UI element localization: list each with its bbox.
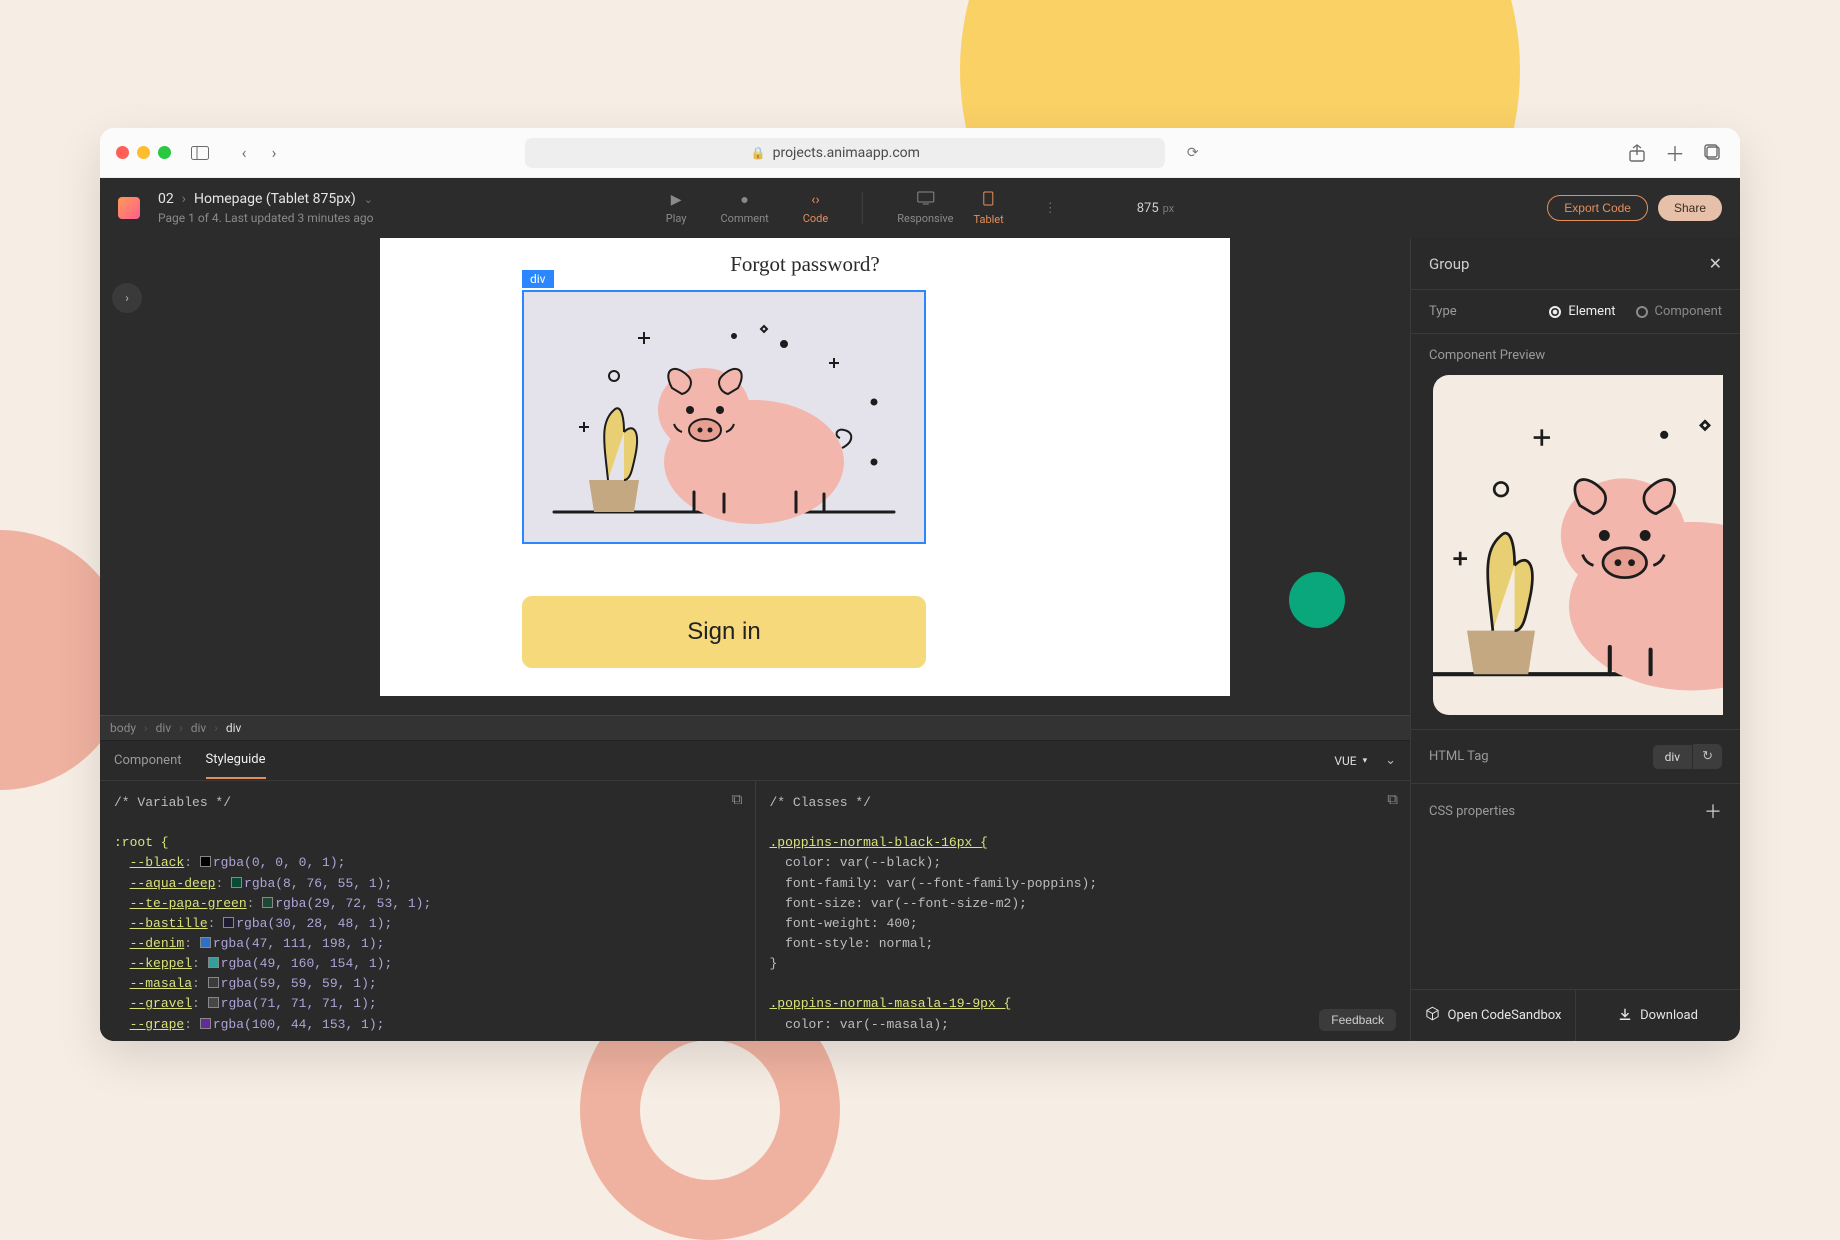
- css-variable-line: --keppel: rgba(49, 160, 154, 1);: [114, 954, 741, 974]
- view-mode-switcher: ▶ Play ● Comment ‹› Code: [666, 191, 1174, 226]
- crumb-div-1[interactable]: div: [156, 721, 172, 735]
- browser-window: ‹ › 🔒 projects.animaapp.com ⟳ ＋ 02 ›: [100, 128, 1740, 1041]
- radio-empty-icon: [1636, 306, 1648, 318]
- css-variable-line: --bastille: rgba(30, 28, 48, 1);: [114, 914, 741, 934]
- code-classes-column[interactable]: ⧉ /* Classes */ .poppins-normal-black-16…: [755, 781, 1411, 1041]
- code-icon: ‹›: [811, 192, 819, 208]
- refresh-tag-icon[interactable]: ↻: [1692, 744, 1722, 769]
- code-panel-tabs: Component Styleguide VUE ▾ ⌄: [100, 741, 1410, 781]
- url-text: projects.animaapp.com: [773, 145, 920, 161]
- share-button[interactable]: Share: [1658, 195, 1722, 221]
- export-code-button[interactable]: Export Code: [1547, 195, 1648, 221]
- css-variable-line: --te-papa-green: rgba(29, 72, 53, 1);: [114, 894, 741, 914]
- dom-breadcrumb: body› div› div› div: [100, 715, 1410, 741]
- html-tag-select[interactable]: div: [1653, 745, 1693, 769]
- css-variable-line: --aqua-deep: rgba(8, 76, 55, 1);: [114, 874, 741, 894]
- project-breadcrumb: 02 › Homepage (Tablet 875px) ⌄ Page 1 of…: [158, 191, 373, 225]
- crumb-body[interactable]: body: [110, 721, 136, 735]
- component-preview: [1433, 375, 1723, 715]
- tablet-icon: [983, 191, 994, 209]
- code-panel: Component Styleguide VUE ▾ ⌄ ⧉: [100, 741, 1410, 1041]
- radio-filled-icon: [1549, 306, 1561, 318]
- crumb-div-2[interactable]: div: [191, 721, 207, 735]
- type-component-option[interactable]: Component: [1636, 304, 1723, 319]
- selection-tag: div: [522, 270, 554, 288]
- tab-styleguide[interactable]: Styleguide: [206, 742, 266, 779]
- tab-overview-icon[interactable]: [1702, 142, 1724, 164]
- css-variable-line: --gravel: rgba(71, 71, 71, 1);: [114, 994, 741, 1014]
- add-property-icon[interactable]: ＋: [1704, 798, 1722, 824]
- close-window-icon[interactable]: [116, 146, 129, 159]
- type-label: Type: [1429, 304, 1457, 319]
- code-variables-column[interactable]: ⧉ /* Variables */ :root { --black: rgba(…: [100, 781, 755, 1041]
- lock-icon: 🔒: [751, 146, 766, 160]
- project-title[interactable]: Homepage (Tablet 875px): [194, 191, 356, 207]
- css-properties-label: CSS properties: [1429, 804, 1515, 819]
- project-number: 02: [158, 191, 174, 207]
- canvas-width[interactable]: 875 px: [1137, 201, 1174, 216]
- chevron-right-icon: ›: [182, 191, 186, 207]
- play-icon: ▶: [671, 192, 682, 208]
- feedback-button[interactable]: Feedback: [1319, 1009, 1396, 1031]
- project-subtitle: Page 1 of 4. Last updated 3 minutes ago: [158, 211, 373, 225]
- codesandbox-icon: [1425, 1006, 1440, 1025]
- open-codesandbox-button[interactable]: Open CodeSandbox: [1411, 990, 1575, 1041]
- new-tab-icon[interactable]: ＋: [1664, 142, 1686, 164]
- tab-component[interactable]: Component: [114, 743, 182, 778]
- pig-illustration-preview: [1433, 375, 1723, 715]
- language-select[interactable]: VUE ▾: [1334, 754, 1367, 768]
- app-header: 02 › Homepage (Tablet 875px) ⌄ Page 1 of…: [100, 178, 1740, 238]
- copy-icon[interactable]: ⧉: [1387, 791, 1398, 809]
- inspector-title: Group: [1429, 255, 1469, 273]
- share-icon[interactable]: [1626, 142, 1648, 164]
- canvas-area: › Forgot password? div Sign in body›: [100, 238, 1410, 1041]
- sidebar-toggle-icon[interactable]: [189, 142, 211, 164]
- css-variable-line: --grape: rgba(100, 44, 153, 1);: [114, 1015, 741, 1035]
- css-variable-line: --masala: rgba(59, 59, 59, 1);: [114, 974, 741, 994]
- download-button[interactable]: Download: [1575, 990, 1740, 1041]
- css-variable-line: --black: rgba(0, 0, 0, 1);: [114, 853, 741, 873]
- artboard[interactable]: Forgot password? div Sign in: [380, 238, 1230, 696]
- address-bar[interactable]: 🔒 projects.animaapp.com ⟳: [525, 138, 1165, 168]
- selected-element[interactable]: div: [522, 290, 926, 544]
- reload-icon[interactable]: ⟳: [1187, 145, 1199, 161]
- separator: [862, 192, 863, 224]
- window-controls: [116, 146, 171, 159]
- browser-toolbar: ‹ › 🔒 projects.animaapp.com ⟳ ＋: [100, 128, 1740, 178]
- pig-illustration: [524, 292, 924, 542]
- mode-play[interactable]: ▶ Play: [666, 192, 687, 225]
- chevron-down-icon: ▾: [1363, 756, 1368, 766]
- close-inspector-icon[interactable]: ✕: [1709, 254, 1722, 273]
- download-icon: [1618, 1007, 1632, 1025]
- cursor-presence-icon: [1289, 572, 1345, 628]
- html-tag-label: HTML Tag: [1429, 749, 1489, 764]
- anima-app: 02 › Homepage (Tablet 875px) ⌄ Page 1 of…: [100, 178, 1740, 1041]
- device-tablet[interactable]: Tablet: [974, 191, 1004, 226]
- sign-in-button[interactable]: Sign in: [522, 596, 926, 668]
- collapse-panel-icon[interactable]: ⌄: [1385, 753, 1396, 768]
- mode-comment[interactable]: ● Comment: [721, 192, 769, 225]
- mode-code[interactable]: ‹› Code: [803, 192, 828, 225]
- inspector-panel: Group ✕ Type Element Comp: [1410, 238, 1740, 1041]
- zoom-window-icon[interactable]: [158, 146, 171, 159]
- css-variable-line: --denim: rgba(47, 111, 198, 1);: [114, 934, 741, 954]
- copy-icon[interactable]: ⧉: [732, 791, 743, 809]
- crumb-div-current[interactable]: div: [226, 721, 242, 735]
- more-devices-icon[interactable]: ⋮: [1038, 201, 1063, 216]
- dropdown-chevron-icon[interactable]: ⌄: [364, 193, 373, 206]
- device-responsive[interactable]: Responsive: [897, 191, 953, 226]
- type-element-option[interactable]: Element: [1549, 304, 1615, 319]
- minimize-window-icon[interactable]: [137, 146, 150, 159]
- comment-icon: ●: [740, 192, 748, 208]
- desktop-icon: [916, 191, 934, 208]
- anima-logo-icon[interactable]: [118, 197, 140, 219]
- component-preview-label: Component Preview: [1429, 348, 1722, 363]
- nav-back-icon[interactable]: ‹: [233, 142, 255, 164]
- nav-forward-icon[interactable]: ›: [263, 142, 285, 164]
